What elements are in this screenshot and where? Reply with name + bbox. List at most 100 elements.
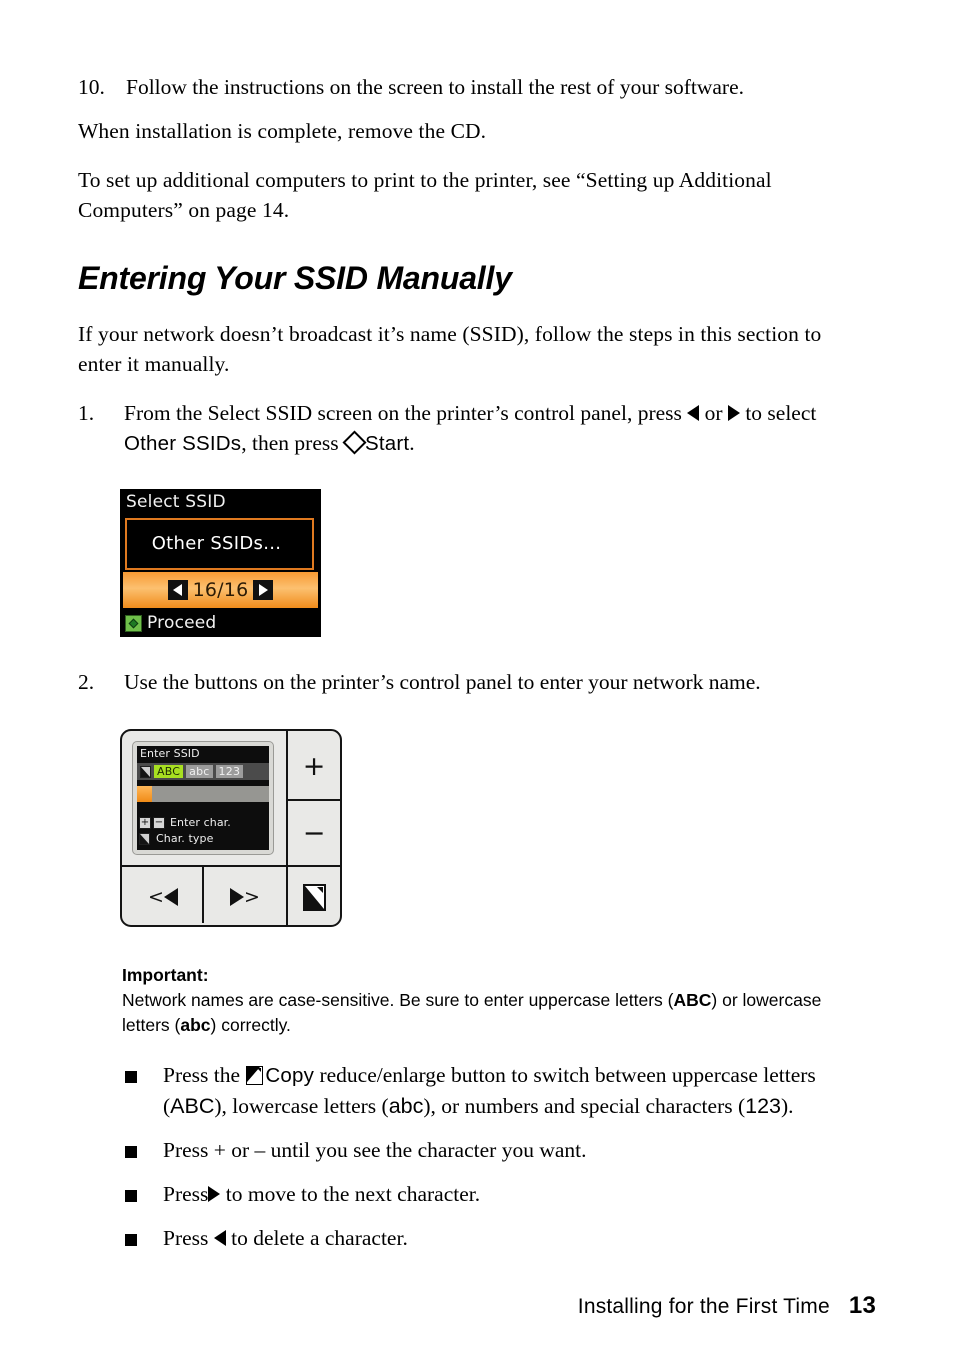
plus-button[interactable]: +: [288, 733, 340, 799]
bullet-text-mid2: ), lowercase letters (: [214, 1094, 389, 1118]
step-1-number: 1.: [78, 401, 95, 425]
lcd-title: Select SSID: [126, 492, 226, 512]
lcd-pager-band: 16/16: [123, 572, 318, 608]
copy-reduce-enlarge-icon: [140, 765, 151, 778]
triangle-left-icon: [687, 405, 700, 421]
bullet-marker: [125, 1234, 137, 1246]
control-panel-figure: Enter SSID ABC abc 123 + − Enter char. C…: [120, 729, 868, 927]
lcd-select-ssid-figure: Select SSID Other SSIDs... 16/16 Proceed: [120, 489, 868, 637]
step-10: 10. Follow the instructions on the scree…: [78, 72, 868, 102]
step-1-text-part3: , then press: [241, 431, 344, 455]
important-body: Network names are case-sensitive. Be sur…: [122, 988, 848, 1038]
minus-key-icon: −: [153, 816, 165, 829]
hint-enter-char: + − Enter char.: [139, 816, 231, 829]
triangle-left-icon: [163, 888, 178, 906]
bullet-plus-minus: Press + or – until you see the character…: [78, 1135, 868, 1165]
paragraph-additional-computers: To set up additional computers to print …: [78, 168, 772, 222]
page-number: 13: [848, 1292, 876, 1319]
step-10-text: Follow the instructions on the screen to…: [126, 75, 744, 99]
bullet-text-post: ).: [781, 1094, 794, 1118]
copy-reduce-enlarge-icon: [139, 832, 150, 845]
step-10-number: 10.: [78, 75, 105, 99]
printer-control-panel: Enter SSID ABC abc 123 + − Enter char. C…: [120, 729, 342, 927]
bullet-delete-char: Press to delete a character.: [78, 1223, 868, 1253]
lcd-selection-box[interactable]: Other SSIDs...: [125, 518, 314, 570]
char-type-abc-upper[interactable]: ABC: [154, 765, 184, 778]
important-text-part3: ) correctly.: [210, 1015, 291, 1035]
lcd-proceed-label: Proceed: [147, 613, 217, 633]
minus-button[interactable]: −: [288, 801, 340, 865]
step-1: 1. From the Select SSID screen on the pr…: [78, 398, 868, 459]
bullet-text-mid3: ), or numbers and special characters (: [423, 1094, 746, 1118]
bullet-list: Press the Copy reduce/enlarge button to …: [78, 1060, 868, 1253]
step-1-text: From the Select SSID screen on the print…: [124, 401, 816, 455]
char-type-abc-lower[interactable]: abc: [186, 765, 213, 778]
bullet-next-char: Press to move to the next character.: [78, 1179, 868, 1209]
start-diamond-icon: [342, 430, 367, 455]
triangle-right-icon: [727, 405, 740, 421]
paragraph-intro: If your network doesn’t broadcast it’s n…: [78, 322, 822, 376]
ssid-input-bar[interactable]: [137, 786, 269, 802]
token-abc-upper: ABC: [170, 1094, 215, 1118]
lcd-select-ssid: Select SSID Other SSIDs... 16/16 Proceed: [120, 489, 321, 637]
footer-section-title: Installing for the First Time: [577, 1295, 830, 1318]
page-content: 10. Follow the instructions on the scree…: [78, 72, 868, 1267]
page-title: Entering Your SSID Manually: [78, 260, 512, 296]
pager-left-arrow-icon[interactable]: [167, 580, 188, 600]
step-1-text-part2: to select: [739, 401, 817, 425]
lcd-enter-ssid: Enter SSID ABC abc 123 + − Enter char. C…: [137, 746, 269, 850]
lcd-footer-bar: Proceed: [120, 609, 321, 637]
paragraph-remove-cd: When installation is complete, remove th…: [78, 119, 487, 143]
triangle-right-icon: [208, 1186, 221, 1202]
bullet-marker: [125, 1146, 137, 1158]
copy-reduce-enlarge-icon: [246, 1066, 264, 1085]
bullet-copy-button: Press the Copy reduce/enlarge button to …: [78, 1060, 868, 1121]
token-abc-upper: ABC: [673, 990, 712, 1010]
bullet-text: Press + or – until you see the character…: [163, 1138, 587, 1162]
plus-key-icon: +: [139, 816, 151, 829]
token-123: 123: [745, 1094, 782, 1118]
bullet-marker: [125, 1071, 137, 1083]
triangle-right-icon: [230, 888, 245, 906]
pager-counter: 16/16: [192, 579, 249, 601]
next-char-button[interactable]: >: [204, 867, 286, 927]
lcd-enter-ssid-bezel: Enter SSID ABC abc 123 + − Enter char. C…: [132, 741, 274, 855]
next-char-label: >: [230, 886, 260, 908]
bullet-text-post: to move to the next character.: [220, 1182, 481, 1206]
token-start: Start: [364, 432, 410, 455]
step-2: 2. Use the buttons on the printer’s cont…: [78, 667, 868, 697]
lcd-title: Enter SSID: [140, 747, 200, 760]
hint-enter-char-label: Enter char.: [170, 816, 231, 829]
bullet-text-pre: Press: [163, 1182, 209, 1206]
char-type-row: ABC abc 123: [137, 763, 269, 780]
token-abc-lower: abc: [388, 1094, 424, 1118]
bullet-text-post: to delete a character.: [225, 1226, 408, 1250]
input-cursor: [137, 786, 152, 802]
bullet-text-pre: Press: [163, 1226, 214, 1250]
token-other-ssids: Other SSIDs: [124, 432, 242, 455]
step-2-text: Use the buttons on the printer’s control…: [124, 670, 761, 694]
page-footer: Installing for the First Time 13: [78, 1292, 876, 1320]
important-note: Important: Network names are case-sensit…: [122, 963, 848, 1038]
triangle-left-icon: [213, 1230, 226, 1246]
copy-reduce-enlarge-icon: [302, 883, 326, 911]
step-1-text-part4: .: [409, 431, 415, 455]
bullet-text-pre: Press the: [163, 1063, 246, 1087]
important-title: Important:: [122, 965, 209, 985]
previous-char-button[interactable]: <: [124, 867, 202, 927]
char-type-123[interactable]: 123: [215, 765, 244, 778]
step-1-text-part1: From the Select SSID screen on the print…: [124, 401, 688, 425]
bullet-marker: [125, 1190, 137, 1202]
step-1-or: or: [699, 401, 728, 425]
step-2-number: 2.: [78, 670, 95, 694]
copy-reduce-enlarge-button[interactable]: [288, 867, 340, 927]
document-page: 10. Follow the instructions on the scree…: [0, 0, 954, 1352]
token-abc-lower: abc: [180, 1015, 211, 1035]
start-diamond-icon: [125, 614, 142, 632]
hint-char-type: Char. type: [139, 832, 213, 845]
previous-char-label: <: [148, 886, 178, 908]
token-copy: Copy: [265, 1064, 315, 1087]
lcd-selected-item: Other SSIDs...: [151, 533, 282, 554]
hint-char-type-label: Char. type: [156, 832, 214, 845]
pager-right-arrow-icon[interactable]: [253, 580, 274, 600]
